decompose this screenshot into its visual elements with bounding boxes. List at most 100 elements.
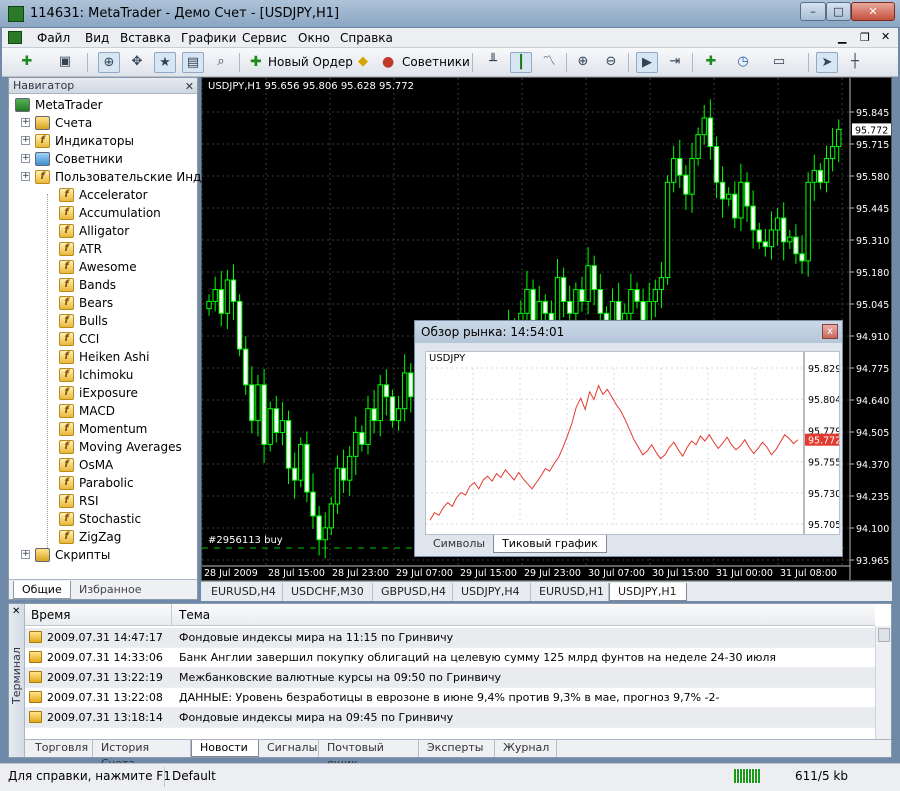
expand-icon[interactable]: + bbox=[21, 118, 30, 127]
menu-charts[interactable]: Графики bbox=[181, 31, 236, 45]
zoom-in-icon[interactable]: ⊕ bbox=[572, 52, 594, 73]
table-row[interactable]: 2009.07.31 13:22:08 ДАННЫЕ: Уровень безра… bbox=[25, 688, 875, 708]
bar-chart-icon[interactable]: ╨ bbox=[482, 52, 504, 73]
navigator-close-icon[interactable]: ✕ bbox=[185, 79, 194, 94]
tree-indicator-item[interactable]: f Bands bbox=[9, 276, 197, 294]
scroll-up-arrow[interactable] bbox=[878, 628, 890, 642]
document-icon[interactable] bbox=[8, 31, 22, 44]
terminal-tab-5[interactable]: Эксперты bbox=[419, 740, 495, 757]
autoscroll-icon[interactable]: ▶ bbox=[636, 52, 658, 73]
tree-indicator-item[interactable]: f Parabolic bbox=[9, 474, 197, 492]
navigator-icon[interactable]: ★ bbox=[154, 52, 176, 73]
expand-icon[interactable]: + bbox=[21, 550, 30, 559]
tree-indicator-item[interactable]: f Momentum bbox=[9, 420, 197, 438]
line-chart-icon[interactable]: 〽 bbox=[538, 52, 560, 73]
tree-advisors[interactable]: + Советники bbox=[9, 150, 197, 168]
menu-window[interactable]: Окно bbox=[298, 31, 330, 45]
tree-root[interactable]: MetaTrader bbox=[9, 96, 197, 114]
chart-tab-usdjpy-h1[interactable]: USDJPY,H1 bbox=[609, 583, 687, 601]
chart-shift-icon[interactable]: ⇥ bbox=[664, 52, 686, 73]
chart-tab-gbpusd-h4[interactable]: GBPUSD,H4 bbox=[373, 583, 453, 601]
table-row[interactable]: 2009.07.31 14:33:06 Банк Англии завершил … bbox=[25, 648, 875, 668]
market-watch-close-icon[interactable]: x bbox=[822, 324, 838, 339]
mdi-close-icon[interactable]: ✕ bbox=[881, 30, 890, 43]
tree-indicator-item[interactable]: f ZigZag bbox=[9, 528, 197, 546]
tree-indicator-item[interactable]: f CCI bbox=[9, 330, 197, 348]
tree-indicator-item[interactable]: f Ichimoku bbox=[9, 366, 197, 384]
candle-body bbox=[353, 432, 359, 457]
cursor-icon[interactable]: ➤ bbox=[816, 52, 838, 73]
tree-indicator-item[interactable]: f Accelerator bbox=[9, 186, 197, 204]
tree-indicator-item[interactable]: f ATR bbox=[9, 240, 197, 258]
chart-tab-eurusd-h4[interactable]: EURUSD,H4 bbox=[203, 583, 283, 601]
profiles-icon[interactable]: ▣ bbox=[54, 52, 76, 73]
terminal-tab-6[interactable]: Журнал bbox=[495, 740, 557, 757]
new-chart-icon[interactable]: ✚ bbox=[16, 52, 38, 73]
terminal-tab-1[interactable]: История Счета bbox=[93, 740, 191, 770]
menu-file[interactable]: Файл bbox=[37, 31, 70, 45]
column-divider[interactable] bbox=[171, 604, 172, 625]
tree-indicator-item[interactable]: f iExposure bbox=[9, 384, 197, 402]
close-button[interactable]: ✕ bbox=[851, 2, 895, 21]
column-time[interactable]: Время bbox=[31, 608, 71, 622]
tree-indicator-item[interactable]: f Stochastic bbox=[9, 510, 197, 528]
terminal-icon[interactable]: ▤ bbox=[182, 52, 204, 73]
tab-symbols[interactable]: Символы bbox=[425, 535, 493, 553]
expand-icon[interactable]: + bbox=[21, 154, 30, 163]
tree-indicator-item[interactable]: f MACD bbox=[9, 402, 197, 420]
chart-tab-usdjpy-h4[interactable]: USDJPY,H4 bbox=[453, 583, 531, 601]
table-row[interactable]: 2009.07.31 14:47:17 Фондовые индексы мира… bbox=[25, 628, 875, 648]
menu-help[interactable]: Справка bbox=[340, 31, 393, 45]
menu-insert[interactable]: Вставка bbox=[120, 31, 171, 45]
tree-indicator-item[interactable]: f Awesome bbox=[9, 258, 197, 276]
column-subject[interactable]: Тема bbox=[179, 608, 210, 622]
indicators-list-icon[interactable]: ✚ bbox=[700, 52, 722, 73]
minimize-button[interactable]: – bbox=[800, 2, 826, 21]
chart-tab-usdchf-m30[interactable]: USDCHF,M30 bbox=[283, 583, 373, 601]
metaeditor-icon[interactable]: ◆ bbox=[352, 52, 374, 73]
table-row[interactable]: 2009.07.31 13:22:19 Межбанковские валютны… bbox=[25, 668, 875, 688]
tree-custom-indicators[interactable]: + f Пользовательские Инди bbox=[9, 168, 209, 186]
periods-icon[interactable]: ◷ bbox=[732, 52, 754, 73]
tab-favorites[interactable]: Избранное bbox=[71, 581, 149, 599]
tree-scripts[interactable]: + Скрипты bbox=[9, 546, 197, 564]
terminal-tab-0[interactable]: Торговля bbox=[27, 740, 93, 757]
menu-tools[interactable]: Сервис bbox=[242, 31, 287, 45]
tree-accounts[interactable]: + Счета bbox=[9, 114, 197, 132]
tree-indicator-item[interactable]: f Bulls bbox=[9, 312, 197, 330]
experts-button[interactable]: ● Советники bbox=[380, 53, 470, 73]
table-row[interactable]: 2009.07.31 13:18:14 Фондовые индексы мира… bbox=[25, 708, 875, 728]
tab-tick-chart[interactable]: Тиковый график bbox=[493, 535, 607, 553]
terminal-tab-3[interactable]: Сигналы bbox=[259, 740, 319, 757]
zoom-out-icon[interactable]: ⊖ bbox=[600, 52, 622, 73]
crosshair-icon[interactable]: ┼ bbox=[844, 52, 866, 73]
tab-common[interactable]: Общие bbox=[13, 581, 71, 599]
chart-tab-eurusd-h1[interactable]: EURUSD,H1 bbox=[531, 583, 609, 601]
tree-indicator-item[interactable]: f Heiken Ashi bbox=[9, 348, 197, 366]
maximize-button[interactable]: □ bbox=[826, 2, 851, 21]
news-scrollbar[interactable] bbox=[875, 626, 891, 743]
mdi-minimize-icon[interactable]: ▁ bbox=[838, 31, 846, 44]
tree-indicator-item[interactable]: f Moving Averages bbox=[9, 438, 197, 456]
tree-indicators[interactable]: + f Индикаторы bbox=[9, 132, 197, 150]
market-watch-icon[interactable]: ⊕ bbox=[98, 52, 120, 73]
tree-indicator-item[interactable]: f Bears bbox=[9, 294, 197, 312]
terminal-tab-2[interactable]: Новости bbox=[191, 740, 259, 757]
new-order-button[interactable]: ✚ Новый Ордер bbox=[248, 53, 353, 73]
expand-icon[interactable]: + bbox=[21, 172, 30, 181]
status-traffic: 611/5 kb bbox=[795, 769, 848, 783]
data-window-icon[interactable]: ✥ bbox=[126, 52, 148, 73]
tree-indicator-item[interactable]: f OsMA bbox=[9, 456, 197, 474]
candlestick-icon[interactable]: ┃ bbox=[510, 52, 532, 73]
terminal-tab-4[interactable]: Почтовый ящик bbox=[319, 740, 419, 770]
terminal-close-icon[interactable]: ✕ bbox=[12, 606, 20, 617]
strategy-tester-icon[interactable]: ⌕ bbox=[210, 52, 232, 73]
tree-indicator-item[interactable]: f RSI bbox=[9, 492, 197, 510]
menu-view[interactable]: Вид bbox=[85, 31, 109, 45]
mdi-restore-icon[interactable]: ❐ bbox=[860, 31, 870, 44]
tree-indicator-item[interactable]: f Alligator bbox=[9, 222, 197, 240]
chart-tabs: EURUSD,H4 USDCHF,M30 GBPUSD,H4 USDJPY,H4 EUR… bbox=[201, 581, 892, 601]
tree-indicator-item[interactable]: f Accumulation bbox=[9, 204, 197, 222]
expand-icon[interactable]: + bbox=[21, 136, 30, 145]
templates-icon[interactable]: ▭ bbox=[768, 52, 790, 73]
